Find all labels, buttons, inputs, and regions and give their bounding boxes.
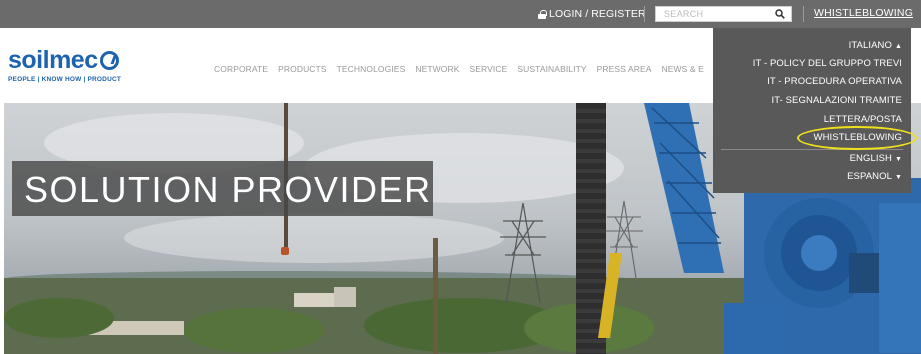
- logo-mark-icon: [99, 51, 119, 70]
- search-icon[interactable]: [775, 9, 785, 19]
- main-nav: CORPORATE PRODUCTS TECHNOLOGIES NETWORK …: [214, 64, 704, 74]
- buildings: [334, 287, 356, 307]
- logo-text: soilmec: [8, 46, 98, 74]
- nav-item-corporate[interactable]: CORPORATE: [214, 64, 268, 74]
- tree-cluster: [184, 308, 324, 353]
- highlight-annotation-ring: [797, 126, 917, 150]
- menu-item-label: ITALIANO: [848, 40, 892, 51]
- menu-item-procedura-operativa[interactable]: IT - PROCEDURA OPERATIVA: [767, 76, 902, 87]
- whistleblowing-link[interactable]: WHISTLEBLOWING: [814, 7, 913, 19]
- soilmec-logo[interactable]: soilmec PEOPLE | KNOW HOW | PRODUCT: [8, 48, 122, 84]
- tree-cluster: [4, 298, 114, 338]
- chevron-down-icon: ▼: [894, 174, 902, 181]
- hero-headline: SOLUTION PROVIDER: [24, 169, 432, 210]
- login-register-link[interactable]: LOGIN / REGISTER: [538, 7, 646, 21]
- nav-item-service[interactable]: SERVICE: [470, 64, 508, 74]
- cloud-shape: [124, 213, 504, 263]
- power-pylon: [500, 203, 546, 303]
- menu-item-policy-gruppo-trevi[interactable]: IT - POLICY DEL GRUPPO TREVI: [753, 58, 902, 69]
- topbar-divider: [644, 6, 645, 22]
- menu-item-english[interactable]: ENGLISH ▼: [850, 153, 902, 164]
- hero-headline-box: SOLUTION PROVIDER: [12, 161, 433, 216]
- menu-item-espanol[interactable]: ESPANOL ▼: [847, 171, 902, 182]
- nav-item-network[interactable]: NETWORK: [415, 64, 459, 74]
- language-dropdown-menu: ITALIANO ▲ IT - POLICY DEL GRUPPO TREVI I…: [713, 28, 911, 193]
- nav-item-technologies[interactable]: TECHNOLOGIES: [337, 64, 406, 74]
- chevron-down-icon: ▼: [894, 156, 902, 163]
- nav-item-news-events[interactable]: NEWS & E: [662, 64, 704, 74]
- logo-tagline: PEOPLE | KNOW HOW | PRODUCT: [8, 76, 122, 83]
- nav-item-products[interactable]: PRODUCTS: [278, 64, 327, 74]
- hook: [281, 247, 289, 255]
- menu-item-lettera-posta[interactable]: LETTERA/POSTA: [824, 114, 902, 125]
- logo-wordmark: soilmec: [8, 48, 121, 73]
- nav-item-press-area[interactable]: PRESS AREA: [597, 64, 652, 74]
- search-input[interactable]: [656, 7, 774, 21]
- menu-item-italiano[interactable]: ITALIANO ▲: [849, 40, 902, 51]
- lock-icon: [538, 9, 547, 19]
- search-box: [655, 6, 792, 22]
- login-register-label: LOGIN / REGISTER: [549, 8, 646, 20]
- menu-item-label: ESPANOL: [847, 171, 892, 182]
- nav-item-sustainability[interactable]: SUSTAINABILITY: [517, 64, 586, 74]
- menu-item-segnalazioni-tramite[interactable]: IT- SEGNALAZIONI TRAMITE: [772, 95, 903, 106]
- topbar-divider: [803, 6, 804, 22]
- pole: [433, 238, 438, 354]
- top-utility-bar: LOGIN / REGISTER WHISTLEBLOWING: [0, 0, 921, 28]
- menu-item-label: ENGLISH: [849, 153, 892, 164]
- chevron-up-icon: ▲: [894, 43, 902, 50]
